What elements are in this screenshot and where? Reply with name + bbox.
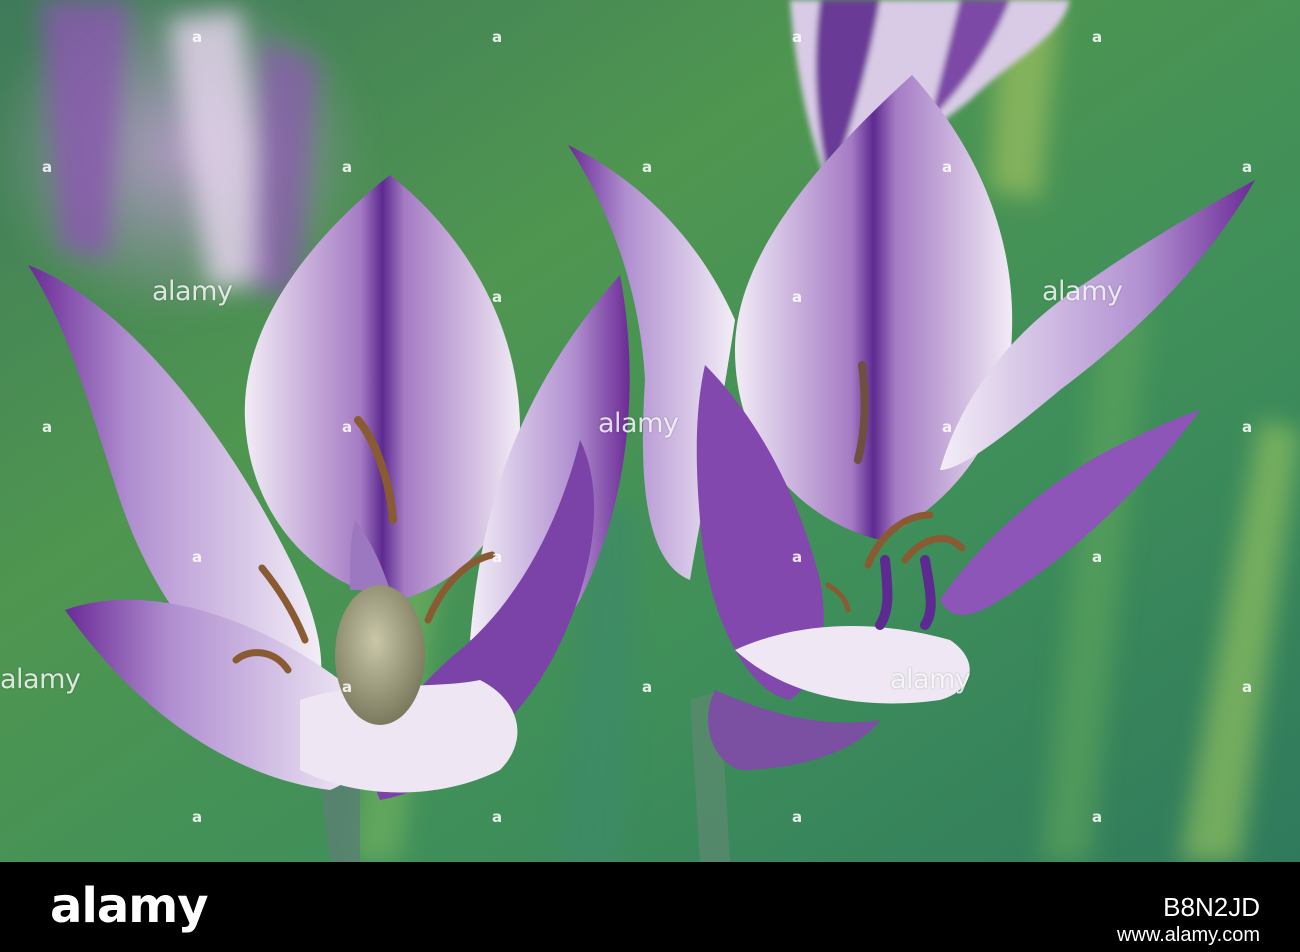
footer-bar: alamy B8N2JD www.alamy.com: [0, 862, 1300, 952]
watermark-text: alamy: [0, 664, 81, 695]
watermark-marker: a: [792, 288, 803, 306]
website-url: www.alamy.com: [1117, 924, 1260, 946]
watermark-marker: a: [342, 158, 353, 176]
watermark-marker: a: [492, 548, 503, 566]
watermark-text: alamy: [890, 664, 971, 695]
watermark-text: alamy: [152, 276, 233, 307]
watermark-marker: a: [1242, 158, 1253, 176]
image-id: B8N2JD: [1163, 892, 1260, 922]
watermark-marker: a: [1092, 548, 1103, 566]
watermark-marker: a: [1242, 678, 1253, 696]
watermark-marker: a: [792, 548, 803, 566]
flower-photo: alamy alamy alamy alamy alamy a a a a a …: [0, 0, 1300, 862]
watermark-marker: a: [342, 678, 353, 696]
watermark-text: alamy: [598, 408, 679, 439]
watermark-marker: a: [492, 28, 503, 46]
watermark-marker: a: [192, 548, 203, 566]
watermark-marker: a: [42, 418, 53, 436]
watermark-marker: a: [1092, 28, 1103, 46]
watermark-marker: a: [192, 28, 203, 46]
watermark-marker: a: [492, 288, 503, 306]
watermark-marker: a: [642, 678, 653, 696]
watermark-marker: a: [342, 418, 353, 436]
watermark-marker: a: [492, 808, 503, 826]
watermark-marker: a: [792, 28, 803, 46]
watermark-marker: a: [642, 158, 653, 176]
watermark-marker: a: [192, 808, 203, 826]
brand-logo: alamy: [50, 878, 209, 934]
watermark-text: alamy: [1042, 276, 1123, 307]
watermark-marker: a: [1092, 808, 1103, 826]
watermark-marker: a: [942, 418, 953, 436]
watermark-marker: a: [42, 158, 53, 176]
watermark-marker: a: [792, 808, 803, 826]
watermark-marker: a: [942, 158, 953, 176]
watermark-marker: a: [1242, 418, 1253, 436]
